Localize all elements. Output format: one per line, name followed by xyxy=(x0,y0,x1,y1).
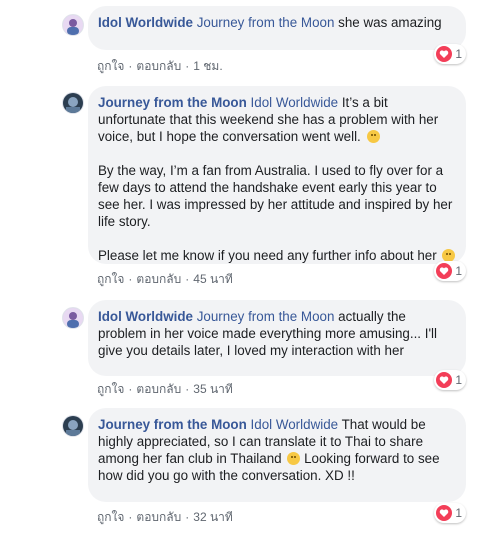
like-link[interactable]: ถูกใจ xyxy=(97,272,124,286)
like-link[interactable]: ถูกใจ xyxy=(97,59,124,73)
comment-bubble: Idol Worldwide Journey from the Moon act… xyxy=(88,300,466,376)
comment-author[interactable]: Idol Worldwide xyxy=(98,309,193,324)
reply-link[interactable]: ตอบกลับ xyxy=(136,382,181,396)
reply-link[interactable]: ตอบกลับ xyxy=(136,272,181,286)
mention-tag[interactable]: Journey from the Moon xyxy=(197,309,335,324)
mention-tag[interactable]: Journey from the Moon xyxy=(197,15,335,30)
smile-emoji-icon xyxy=(287,452,301,465)
reaction-count: 1 xyxy=(455,373,462,387)
comment-bubble: Idol Worldwide Journey from the Moon she… xyxy=(88,6,466,50)
reply-link[interactable]: ตอบกลับ xyxy=(136,59,181,73)
comment-actions: ถูกใจ · ตอบกลับ · 1 ชม. xyxy=(97,59,223,73)
reaction-count: 1 xyxy=(455,264,462,278)
comment-actions: ถูกใจ · ตอบกลับ · 45 นาที xyxy=(97,272,233,286)
comment-actions: ถูกใจ · ตอบกลับ · 35 นาที xyxy=(97,382,233,396)
heart-icon xyxy=(436,505,453,521)
comment-bubble: Journey from the Moon Idol Worldwide It’… xyxy=(88,86,466,264)
avatar-idol-worldwide[interactable] xyxy=(62,307,84,329)
heart-icon xyxy=(436,263,453,279)
comment-author[interactable]: Journey from the Moon xyxy=(98,95,247,110)
avatar-idol-worldwide[interactable] xyxy=(62,14,84,36)
comment-time[interactable]: 32 นาที xyxy=(193,510,233,524)
reaction-badge[interactable]: 1 xyxy=(434,503,466,523)
comment-time[interactable]: 45 นาที xyxy=(193,272,233,286)
mention-tag[interactable]: Idol Worldwide xyxy=(251,417,339,432)
heart-icon xyxy=(436,372,453,388)
avatar-journey-from-the-moon[interactable] xyxy=(62,92,84,114)
comment-text: By the way, I’m a fan from Australia. I … xyxy=(98,163,453,229)
avatar-journey-from-the-moon[interactable] xyxy=(62,415,84,437)
reaction-badge[interactable]: 1 xyxy=(434,44,466,64)
smile-emoji-icon xyxy=(366,130,380,143)
mention-tag[interactable]: Idol Worldwide xyxy=(251,95,339,110)
comment-actions: ถูกใจ · ตอบกลับ · 32 นาที xyxy=(97,510,233,524)
like-link[interactable]: ถูกใจ xyxy=(97,382,124,396)
comment-author[interactable]: Journey from the Moon xyxy=(98,417,247,432)
reaction-badge[interactable]: 1 xyxy=(434,370,466,390)
comment-time[interactable]: 1 ชม. xyxy=(193,59,222,73)
reaction-count: 1 xyxy=(455,47,462,61)
comment-text: she was amazing xyxy=(334,15,442,30)
comment-time[interactable]: 35 นาที xyxy=(193,382,233,396)
comment-text: Please let me know if you need any furth… xyxy=(98,248,437,263)
like-link[interactable]: ถูกใจ xyxy=(97,510,124,524)
reaction-badge[interactable]: 1 xyxy=(434,261,466,281)
comment-bubble: Journey from the Moon Idol Worldwide Tha… xyxy=(88,408,466,502)
reply-link[interactable]: ตอบกลับ xyxy=(136,510,181,524)
heart-icon xyxy=(436,46,453,62)
reaction-count: 1 xyxy=(455,506,462,520)
comment-author[interactable]: Idol Worldwide xyxy=(98,15,193,30)
